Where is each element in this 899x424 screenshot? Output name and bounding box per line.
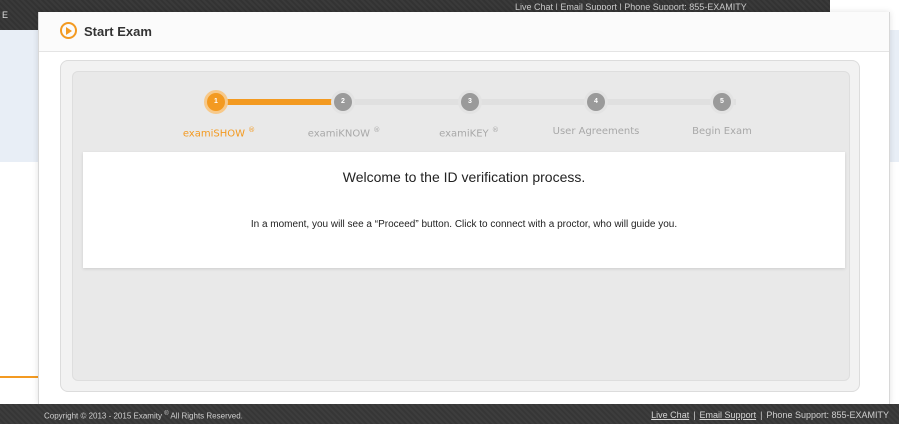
email-support-link[interactable]: Email Support <box>700 410 757 420</box>
footer-separator: | <box>760 410 763 420</box>
footer: Copyright © 2013 - 2015 Examity ® All Ri… <box>0 404 899 424</box>
step-2-indicator: 2 <box>331 90 355 114</box>
step-1-indicator: 1 <box>204 90 228 114</box>
top-bar-stub-text: E <box>2 10 9 20</box>
copyright-text: Copyright © 2013 - 2015 Examity ® All Ri… <box>44 411 243 421</box>
footer-separator: | <box>693 410 696 420</box>
progress-track-remaining <box>346 99 736 105</box>
instruction-text: In a moment, you will see a “Proceed” bu… <box>250 219 678 230</box>
card-header: Start Exam <box>39 12 889 52</box>
accent-line <box>0 376 40 378</box>
step-4-indicator: 4 <box>584 90 608 114</box>
progress-steps: 1 2 3 4 5 examiSHOW ® examiKNOW ® examiK… <box>73 72 849 152</box>
progress-track-complete <box>216 99 346 105</box>
start-exam-card: Start Exam 1 2 3 4 5 examiSHOW ® examiKN… <box>38 12 890 404</box>
exam-panel: 1 2 3 4 5 examiSHOW ® examiKNOW ® examiK… <box>60 60 860 392</box>
live-chat-link[interactable]: Live Chat <box>651 410 689 420</box>
phone-support-text: Phone Support: 855-EXAMITY <box>766 410 889 420</box>
step-3-indicator: 3 <box>458 90 482 114</box>
step-2-label: examiKNOW ® <box>307 126 381 140</box>
step-5-indicator: 5 <box>710 90 734 114</box>
verification-message-box: Welcome to the ID verification process. … <box>83 152 845 268</box>
play-circle-icon <box>60 22 77 39</box>
step-1-label: examiSHOW ® <box>182 126 256 140</box>
footer-links: Live Chat | Email Support | Phone Support: 8… <box>651 410 889 420</box>
welcome-heading: Welcome to the ID verification process. <box>342 169 586 185</box>
top-bar-support-links[interactable]: Live Chat | Email Support | Phone Suppor… <box>515 2 815 10</box>
step-3-label: examiKEY ® <box>439 126 499 140</box>
step-4-label: User Agreements <box>552 126 640 137</box>
exam-panel-inner: 1 2 3 4 5 examiSHOW ® examiKNOW ® examiK… <box>72 71 850 381</box>
page-title: Start Exam <box>84 24 152 39</box>
step-5-label: Begin Exam <box>692 126 752 137</box>
